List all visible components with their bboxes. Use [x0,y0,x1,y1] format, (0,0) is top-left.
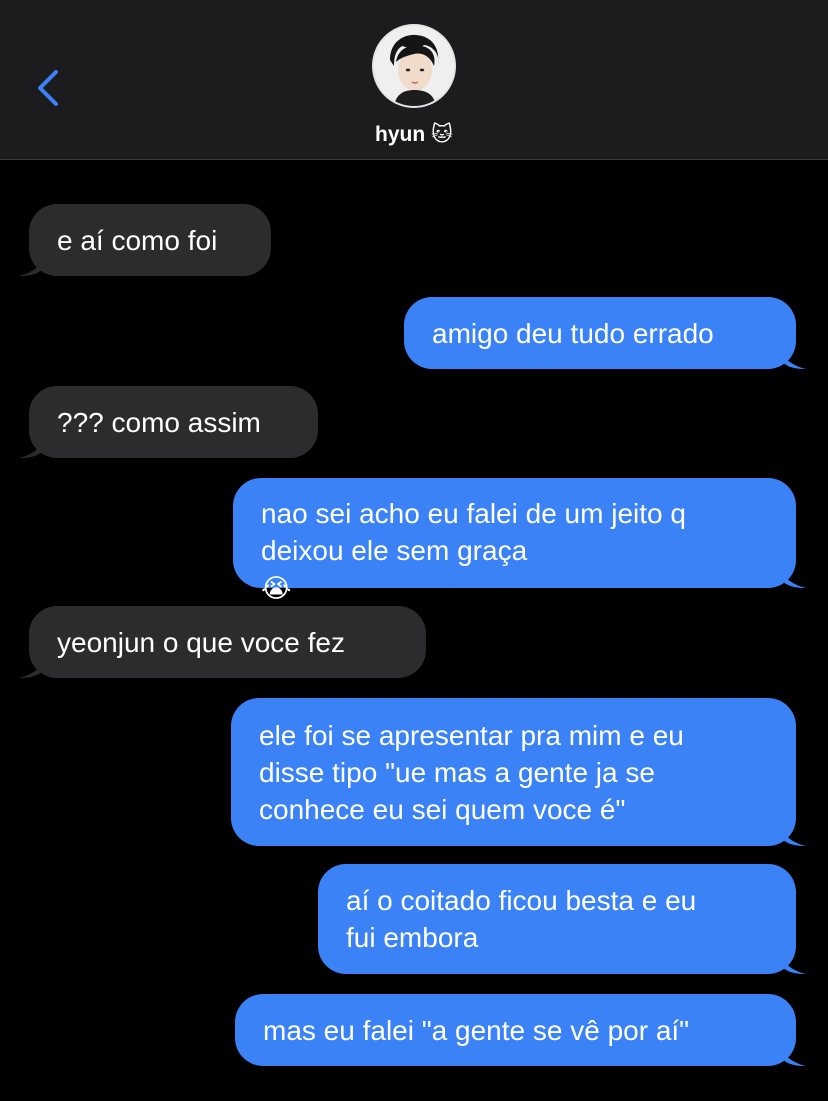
chevron-left-icon [38,70,58,106]
conversation-header: hyun 🐱 [0,0,828,160]
contact-avatar[interactable] [372,24,456,108]
bubble-tail [780,347,806,369]
message-bubble-sent[interactable]: mas eu falei "a gente se vê por aí" [235,994,806,1066]
avatar-photo [374,26,454,106]
contact-name-text: hyun [375,123,426,146]
bubble-tail [19,436,45,458]
message-text: aí o coitado ficou besta e eu fui embora [346,885,697,953]
message-text: nao sei acho eu falei de um jeito q deix… [261,498,686,566]
cat-emoji: 🐱 [431,122,453,146]
message-bubble-sent[interactable]: ele foi se apresentar pra mim e eu disse… [231,698,806,846]
bubble-tail [780,1044,806,1066]
bubble-tail [19,656,45,678]
bubble-tail [780,952,806,974]
bubble-tail [780,566,806,588]
message-bubble-sent[interactable]: nao sei acho eu falei de um jeito q deix… [233,478,806,604]
message-text: amigo deu tudo errado [432,317,714,349]
bubble-tail [780,824,806,846]
message-bubble-received[interactable]: yeonjun o que voce fez [19,606,426,678]
message-text: e aí como foi [57,224,218,256]
message-bubble-received[interactable]: e aí como foi [19,204,271,276]
message-thread[interactable]: e aí como foi amigo deu tudo errado ??? … [0,160,828,1101]
contact-name[interactable]: hyun 🐱 [0,122,828,147]
message-text: ??? como assim [57,406,261,438]
back-button[interactable] [30,66,70,110]
message-text: mas eu falei "a gente se vê por aí" [263,1014,690,1046]
message-bubble-sent[interactable]: amigo deu tudo errado [404,297,806,369]
message-text: yeonjun o que voce fez [57,626,345,658]
crying-face-emoji: 😭 [261,574,292,604]
message-bubble-sent[interactable]: aí o coitado ficou besta e eu fui embora [318,864,806,974]
bubble-tail [19,254,45,276]
message-text: ele foi se apresentar pra mim e eu disse… [259,719,684,825]
message-bubble-received[interactable]: ??? como assim [19,386,318,458]
